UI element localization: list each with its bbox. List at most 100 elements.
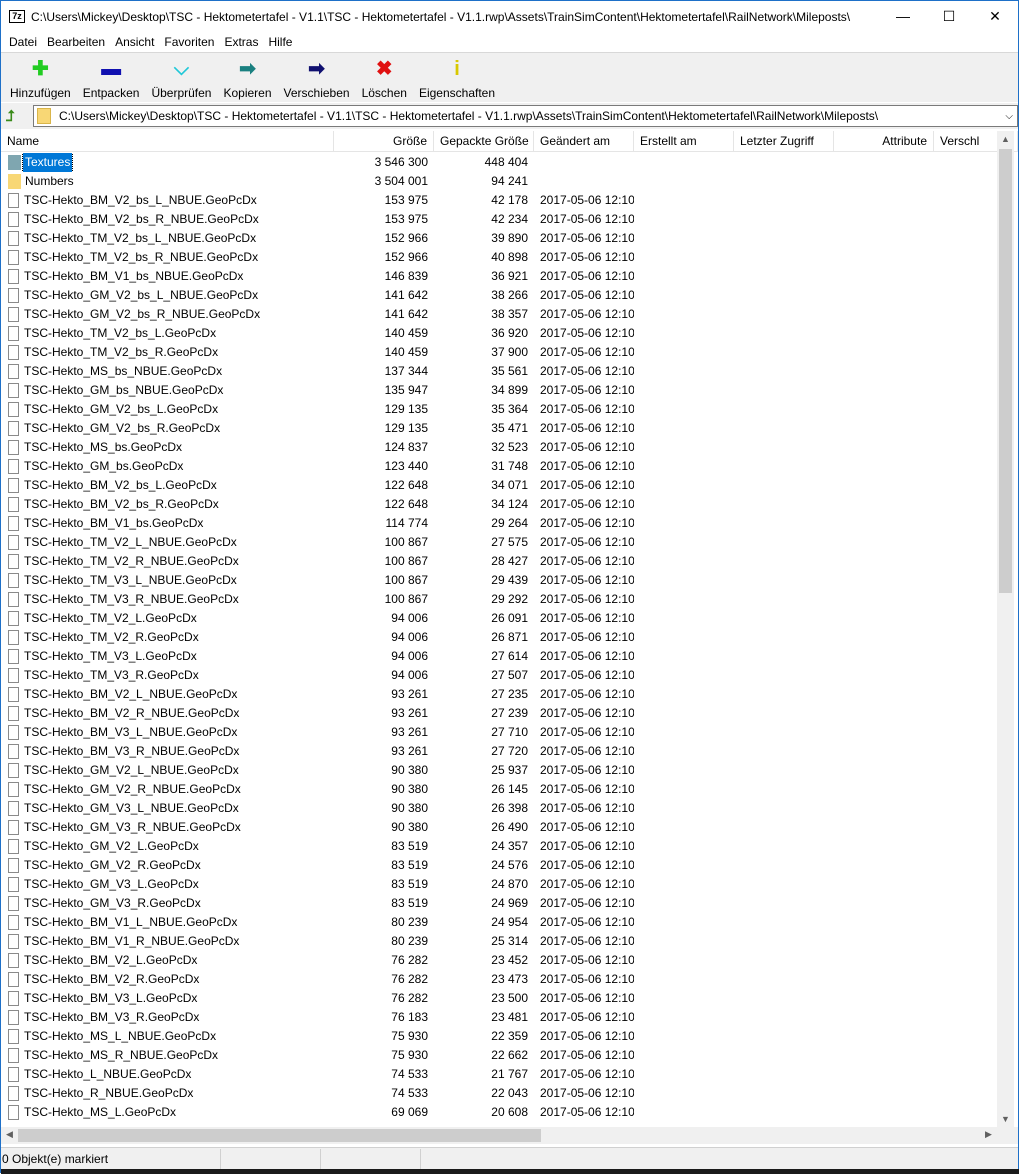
- scroll-right-icon[interactable]: ▶: [980, 1129, 997, 1140]
- column-packed-size[interactable]: Gepackte Größe: [434, 131, 534, 152]
- file-row[interactable]: TSC-Hekto_R_NBUE.GeoPcDx 74 533 22 043 2017…: [1, 1084, 997, 1103]
- toolbar-button-entpacken[interactable]: ▬ Entpacken: [77, 53, 146, 102]
- file-row[interactable]: TSC-Hekto_GM_V3_R_NBUE.GeoPcDx 90 380 26 4…: [1, 818, 997, 837]
- file-row[interactable]: TSC-Hekto_BM_V2_bs_R_NBUE.GeoPcDx 153 975…: [1, 210, 997, 229]
- vertical-scrollbar[interactable]: ▲ ▼: [997, 131, 1014, 1127]
- size: 152 966: [384, 231, 428, 245]
- file-row[interactable]: TSC-Hekto_GM_V2_bs_R.GeoPcDx 129 135 35 47…: [1, 419, 997, 438]
- chevron-down-icon[interactable]: ⌵: [1005, 111, 1013, 122]
- file-row[interactable]: TSC-Hekto_TM_V3_L.GeoPcDx 94 006 27 614 201…: [1, 647, 997, 666]
- file-row[interactable]: TSC-Hekto_GM_V2_L_NBUE.GeoPcDx 90 380 25 9…: [1, 761, 997, 780]
- toolbar-button-kopieren[interactable]: ➡ Kopieren: [217, 53, 277, 102]
- file-row[interactable]: TSC-Hekto_MS_bs.GeoPcDx 124 837 32 523 2017…: [1, 438, 997, 457]
- file-row[interactable]: TSC-Hekto_BM_V1_L_NBUE.GeoPcDx 80 239 24 9…: [1, 913, 997, 932]
- file-row[interactable]: TSC-Hekto_MS_L.GeoPcDx 69 069 20 608 2017-0…: [1, 1103, 997, 1122]
- folder-row[interactable]: Numbers 3 504 001 94 241: [1, 172, 997, 191]
- file-row[interactable]: TSC-Hekto_GM_V2_L.GeoPcDx 83 519 24 357 201…: [1, 837, 997, 856]
- file-row[interactable]: TSC-Hekto_MS_R_NBUE.GeoPcDx 75 930 22 662 2…: [1, 1046, 997, 1065]
- close-button[interactable]: ✕: [972, 1, 1018, 31]
- toolbar-button-löschen[interactable]: ✖ Löschen: [356, 53, 413, 102]
- file-row[interactable]: TSC-Hekto_BM_V2_R_NBUE.GeoPcDx 93 261 27 2…: [1, 704, 997, 723]
- file-row[interactable]: TSC-Hekto_L_NBUE.GeoPcDx 74 533 21 767 2017…: [1, 1065, 997, 1084]
- size: 137 344: [384, 364, 428, 378]
- scroll-up-icon[interactable]: ▲: [997, 134, 1014, 144]
- file-row[interactable]: TSC-Hekto_BM_V3_L.GeoPcDx 76 282 23 500 201…: [1, 989, 997, 1008]
- file-row[interactable]: TSC-Hekto_GM_V2_bs_L_NBUE.GeoPcDx 141 642…: [1, 286, 997, 305]
- scroll-down-icon[interactable]: ▼: [997, 1114, 1014, 1124]
- file-row[interactable]: TSC-Hekto_TM_V2_L.GeoPcDx 94 006 26 091 201…: [1, 609, 997, 628]
- modified: 2017-05-06 12:10: [540, 953, 634, 967]
- packed-size: 26 091: [491, 611, 528, 625]
- file-row[interactable]: TSC-Hekto_TM_V2_L_NBUE.GeoPcDx 100 867 27 …: [1, 533, 997, 552]
- file-row[interactable]: TSC-Hekto_GM_bs_NBUE.GeoPcDx 135 947 34 89…: [1, 381, 997, 400]
- menu-favoriten[interactable]: Favoriten: [159, 35, 219, 49]
- folder-row[interactable]: Textures 3 546 300 448 404: [1, 153, 997, 172]
- column-created[interactable]: Erstellt am: [634, 131, 734, 152]
- toolbar-button-hinzufügen[interactable]: ✚ Hinzufügen: [4, 53, 77, 102]
- file-row[interactable]: TSC-Hekto_TM_V2_R.GeoPcDx 94 006 26 871 201…: [1, 628, 997, 647]
- size: 94 006: [391, 611, 428, 625]
- file-row[interactable]: TSC-Hekto_TM_V2_bs_R_NBUE.GeoPcDx 152 966…: [1, 248, 997, 267]
- file-row[interactable]: TSC-Hekto_BM_V2_L.GeoPcDx 76 282 23 452 201…: [1, 951, 997, 970]
- file-icon: [8, 706, 19, 721]
- maximize-button[interactable]: ☐: [926, 1, 972, 31]
- menu-hilfe[interactable]: Hilfe: [263, 35, 297, 49]
- file-row[interactable]: TSC-Hekto_BM_V3_R_NBUE.GeoPcDx 93 261 27 7…: [1, 742, 997, 761]
- folder-up-icon[interactable]: ⮥: [6, 108, 26, 125]
- file-row[interactable]: TSC-Hekto_TM_V2_bs_R.GeoPcDx 140 459 37 90…: [1, 343, 997, 362]
- packed-size: 20 608: [491, 1105, 528, 1119]
- horizontal-scrollbar[interactable]: ◀ ▶: [1, 1127, 997, 1144]
- size: 146 839: [384, 269, 428, 283]
- file-row[interactable]: TSC-Hekto_TM_V2_bs_L.GeoPcDx 140 459 36 92…: [1, 324, 997, 343]
- file-row[interactable]: TSC-Hekto_GM_V3_L_NBUE.GeoPcDx 90 380 26 3…: [1, 799, 997, 818]
- column-modified[interactable]: Geändert am: [534, 131, 634, 152]
- column-name[interactable]: Name: [1, 131, 334, 152]
- size: 94 006: [391, 668, 428, 682]
- file-row[interactable]: TSC-Hekto_MS_bs_NBUE.GeoPcDx 137 344 35 56…: [1, 362, 997, 381]
- file-row[interactable]: TSC-Hekto_GM_V2_R_NBUE.GeoPcDx 90 380 26 1…: [1, 780, 997, 799]
- toolbar-label: Löschen: [361, 86, 407, 100]
- file-row[interactable]: TSC-Hekto_MS_L_NBUE.GeoPcDx 75 930 22 359 2…: [1, 1027, 997, 1046]
- minimize-button[interactable]: —: [880, 1, 926, 31]
- toolbar-button-verschieben[interactable]: ➡ Verschieben: [278, 53, 356, 102]
- file-row[interactable]: TSC-Hekto_BM_V1_bs.GeoPcDx 114 774 29 264 2…: [1, 514, 997, 533]
- file-row[interactable]: TSC-Hekto_GM_V3_L.GeoPcDx 83 519 24 870 201…: [1, 875, 997, 894]
- file-row[interactable]: TSC-Hekto_BM_V2_R.GeoPcDx 76 282 23 473 201…: [1, 970, 997, 989]
- column-size[interactable]: Größe: [334, 131, 434, 152]
- file-row[interactable]: TSC-Hekto_TM_V3_R.GeoPcDx 94 006 27 507 201…: [1, 666, 997, 685]
- menu-ansicht[interactable]: Ansicht: [110, 35, 159, 49]
- file-row[interactable]: TSC-Hekto_BM_V2_bs_L.GeoPcDx 122 648 34 07…: [1, 476, 997, 495]
- file-row[interactable]: TSC-Hekto_BM_V1_bs_NBUE.GeoPcDx 146 839 36…: [1, 267, 997, 286]
- file-row[interactable]: TSC-Hekto_TM_V3_R_NBUE.GeoPcDx 100 867 29 …: [1, 590, 997, 609]
- toolbar-button-überprüfen[interactable]: ⌵ Überprüfen: [145, 53, 217, 102]
- file-row[interactable]: TSC-Hekto_GM_V2_R.GeoPcDx 83 519 24 576 201…: [1, 856, 997, 875]
- size: 94 006: [391, 649, 428, 663]
- vertical-scroll-thumb[interactable]: [999, 149, 1012, 593]
- file-row[interactable]: TSC-Hekto_GM_V2_bs_L.GeoPcDx 129 135 35 36…: [1, 400, 997, 419]
- file-row[interactable]: TSC-Hekto_BM_V1_R_NBUE.GeoPcDx 80 239 25 3…: [1, 932, 997, 951]
- file-row[interactable]: TSC-Hekto_GM_V3_R.GeoPcDx 83 519 24 969 201…: [1, 894, 997, 913]
- file-name: TSC-Hekto_GM_V2_bs_R.GeoPcDx: [24, 421, 221, 435]
- file-row[interactable]: TSC-Hekto_TM_V3_L_NBUE.GeoPcDx 100 867 29 …: [1, 571, 997, 590]
- column-accessed[interactable]: Letzter Zugriff: [734, 131, 834, 152]
- file-row[interactable]: TSC-Hekto_GM_bs.GeoPcDx 123 440 31 748 2017…: [1, 457, 997, 476]
- file-row[interactable]: TSC-Hekto_BM_V3_R.GeoPcDx 76 183 23 481 201…: [1, 1008, 997, 1027]
- menu-bearbeiten[interactable]: Bearbeiten: [42, 35, 110, 49]
- modified: 2017-05-06 12:10: [540, 231, 634, 245]
- file-row[interactable]: TSC-Hekto_BM_V3_L_NBUE.GeoPcDx 93 261 27 7…: [1, 723, 997, 742]
- menu-datei[interactable]: Datei: [4, 35, 42, 49]
- modified: 2017-05-06 12:10: [540, 1086, 634, 1100]
- address-input[interactable]: C:\Users\Mickey\Desktop\TSC - Hektometer…: [33, 105, 1018, 127]
- file-row[interactable]: TSC-Hekto_BM_V2_bs_R.GeoPcDx 122 648 34 12…: [1, 495, 997, 514]
- file-row[interactable]: TSC-Hekto_GM_V2_bs_R_NBUE.GeoPcDx 141 642…: [1, 305, 997, 324]
- scroll-left-icon[interactable]: ◀: [1, 1129, 18, 1140]
- size: 83 519: [391, 858, 428, 872]
- toolbar-button-eigenschaften[interactable]: i Eigenschaften: [413, 53, 501, 102]
- menu-extras[interactable]: Extras: [219, 35, 263, 49]
- file-row[interactable]: TSC-Hekto_BM_V2_L_NBUE.GeoPcDx 93 261 27 2…: [1, 685, 997, 704]
- column-attributes[interactable]: Attribute: [834, 131, 934, 152]
- file-row[interactable]: TSC-Hekto_TM_V2_bs_L_NBUE.GeoPcDx 152 966…: [1, 229, 997, 248]
- file-row[interactable]: TSC-Hekto_TM_V2_R_NBUE.GeoPcDx 100 867 28 …: [1, 552, 997, 571]
- horizontal-scroll-thumb[interactable]: [18, 1129, 541, 1142]
- file-row[interactable]: TSC-Hekto_BM_V2_bs_L_NBUE.GeoPcDx 153 975…: [1, 191, 997, 210]
